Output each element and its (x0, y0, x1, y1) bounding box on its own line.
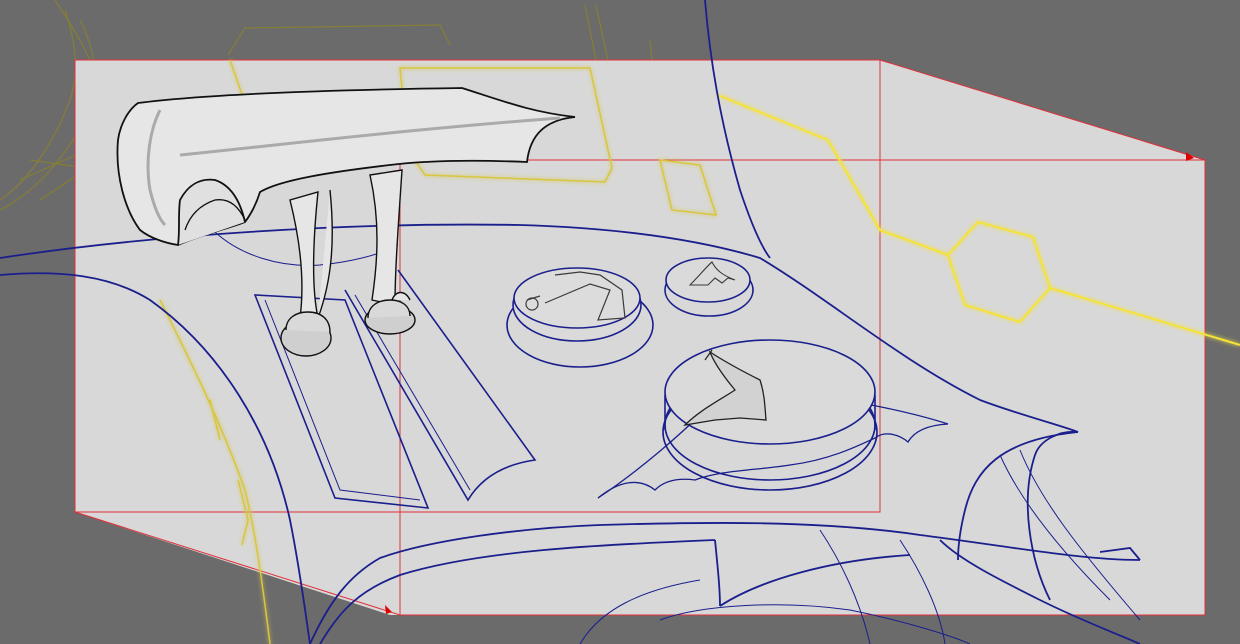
drawing-canvas[interactable] (0, 0, 1240, 644)
console-drawing (0, 0, 1240, 644)
